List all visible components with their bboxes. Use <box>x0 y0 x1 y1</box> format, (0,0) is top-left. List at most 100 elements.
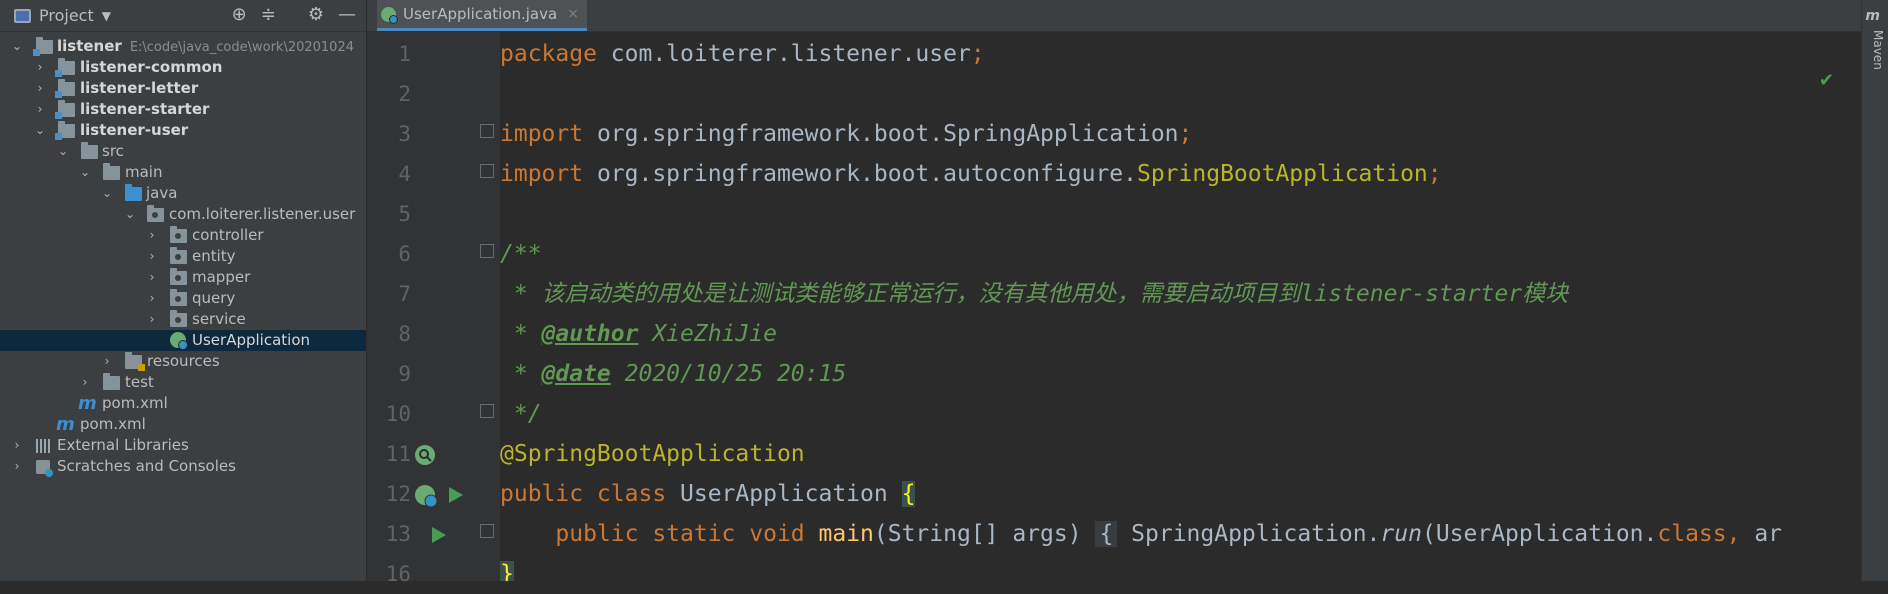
chevron-right-icon[interactable]: › <box>145 288 159 309</box>
tree-node-main[interactable]: ⌄ main <box>0 162 366 183</box>
maven-icon[interactable]: m <box>1865 8 1880 24</box>
matched-brace: } <box>500 561 514 581</box>
code-text: SpringApplication. <box>1117 521 1381 547</box>
folded-region[interactable]: { <box>1095 521 1118 547</box>
chevron-right-icon[interactable]: › <box>145 267 159 288</box>
maven-tool-button[interactable]: Maven <box>1871 30 1885 70</box>
tree-label: test <box>125 373 154 391</box>
tree-node-java[interactable]: ⌄ java <box>0 183 366 204</box>
chevron-down-icon[interactable]: ⌄ <box>78 162 92 183</box>
tree-node-package[interactable]: ⌄ com.loiterer.listener.user <box>0 204 366 225</box>
minimize-icon[interactable]: — <box>338 4 356 25</box>
fold-marker[interactable] <box>480 404 494 418</box>
tree-node-resources[interactable]: › resources <box>0 351 366 372</box>
run-icon[interactable] <box>430 525 448 545</box>
folder-icon <box>103 373 120 390</box>
run-icon[interactable] <box>447 485 465 505</box>
tree-node-listener-common[interactable]: › listener-common <box>0 57 366 78</box>
chevron-down-icon[interactable]: ⌄ <box>33 120 47 141</box>
tree-node-listener-user[interactable]: ⌄ listener-user <box>0 120 366 141</box>
check-icon[interactable]: ✔ <box>1819 70 1834 91</box>
tree-label: src <box>102 142 124 160</box>
tree-node-pom-module[interactable]: m pom.xml <box>0 393 366 414</box>
chevron-down-icon[interactable]: ⌄ <box>10 36 24 57</box>
class-name: UserApplication <box>666 481 902 507</box>
tree-path: E:\code\java_code\work\20201024 <box>129 40 354 55</box>
maven-file-icon: m <box>56 414 75 435</box>
line-number: 2 <box>398 82 411 106</box>
gear-icon[interactable]: ⚙ <box>308 4 324 25</box>
semicolon: ; <box>1178 121 1193 147</box>
tree-node-userapplication[interactable]: UserApplication <box>0 330 366 351</box>
close-icon[interactable]: × <box>567 6 579 22</box>
project-tool-window: Project ▼ ⊕ ≑ ⚙ — ⌄ listener E:\code\java… <box>0 0 367 581</box>
keyword: package <box>500 41 597 67</box>
chevron-right-icon[interactable]: › <box>78 372 92 393</box>
tree-node-service[interactable]: › service <box>0 309 366 330</box>
tree-label: resources <box>147 352 220 370</box>
tree-label: controller <box>192 226 264 244</box>
tree-node-listener-starter[interactable]: › listener-starter <box>0 99 366 120</box>
tree-label: listener <box>57 37 122 55</box>
line-number: 10 <box>385 402 411 426</box>
chevron-down-icon[interactable]: ⌄ <box>123 204 137 225</box>
project-header: Project ▼ ⊕ ≑ ⚙ — <box>0 0 366 32</box>
keyword: import <box>500 121 584 147</box>
collapse-icon[interactable]: ≑ <box>261 4 276 25</box>
package-icon <box>170 268 187 285</box>
tree-label: pom.xml <box>80 415 146 433</box>
tree-node-pom-root[interactable]: m pom.xml <box>0 414 366 435</box>
chevron-right-icon[interactable]: › <box>145 225 159 246</box>
chevron-right-icon[interactable]: › <box>100 351 114 372</box>
code-line-8: * @author XieZhiJie <box>500 314 777 354</box>
tree-node-external-libraries[interactable]: › External Libraries <box>0 435 366 456</box>
doc-text: * <box>500 361 542 387</box>
chevron-right-icon[interactable]: › <box>145 246 159 267</box>
locate-icon[interactable]: ⊕ <box>232 4 247 25</box>
chevron-right-icon[interactable]: › <box>33 99 47 120</box>
tree-node-controller[interactable]: › controller <box>0 225 366 246</box>
fold-marker[interactable] <box>480 164 494 178</box>
comma: , <box>1726 521 1755 547</box>
tree-label: UserApplication <box>192 331 311 349</box>
keyword: class <box>1657 521 1727 547</box>
spring-class-icon <box>170 332 188 350</box>
code-line-7: * 该启动类的用处是让测试类能够正常运行，没有其他用处，需要启动项目到liste… <box>500 281 1569 307</box>
source-folder-icon <box>125 184 142 201</box>
doc-text: 2020/10/25 20:15 <box>610 361 847 387</box>
fold-marker[interactable] <box>480 124 494 138</box>
tree-node-listener-letter[interactable]: › listener-letter <box>0 78 366 99</box>
fold-marker[interactable] <box>480 244 494 258</box>
tree-node-scratches[interactable]: › Scratches and Consoles <box>0 456 366 477</box>
editor-tab-bar: UserApplication.java × <box>367 0 1888 32</box>
tree-node-entity[interactable]: › entity <box>0 246 366 267</box>
chevron-right-icon[interactable]: › <box>10 456 24 477</box>
line-number: 12 <box>385 482 411 506</box>
chevron-right-icon[interactable]: › <box>10 435 24 456</box>
chevron-down-icon[interactable]: ⌄ <box>56 141 70 162</box>
chevron-right-icon[interactable]: › <box>145 309 159 330</box>
tab-userapplication[interactable]: UserApplication.java × <box>377 0 587 31</box>
tree-label: mapper <box>192 268 251 286</box>
line-number: 6 <box>398 242 411 266</box>
bean-search-icon[interactable] <box>413 443 437 467</box>
chevron-down-icon[interactable]: ▼ <box>102 9 111 23</box>
matched-brace: { <box>901 481 916 507</box>
tree-node-test[interactable]: › test <box>0 372 366 393</box>
module-folder-icon <box>55 121 75 140</box>
chevron-right-icon[interactable]: › <box>33 57 47 78</box>
tree-node-mapper[interactable]: › mapper <box>0 267 366 288</box>
tree-node-query[interactable]: › query <box>0 288 366 309</box>
tree-node-src[interactable]: ⌄ src <box>0 141 366 162</box>
chevron-right-icon[interactable]: › <box>33 78 47 99</box>
code-editor[interactable]: package com.loiterer.listener.user; impo… <box>500 32 1862 581</box>
chevron-down-icon[interactable]: ⌄ <box>100 183 114 204</box>
tree-node-listener[interactable]: ⌄ listener E:\code\java_code\work\2020102… <box>0 36 366 57</box>
fold-marker[interactable] <box>480 524 494 538</box>
package-icon <box>147 205 164 222</box>
project-title[interactable]: Project <box>39 6 94 25</box>
spring-bean-icon[interactable] <box>413 483 439 509</box>
code-line-6: /** <box>500 241 542 267</box>
line-number: 8 <box>398 322 411 346</box>
